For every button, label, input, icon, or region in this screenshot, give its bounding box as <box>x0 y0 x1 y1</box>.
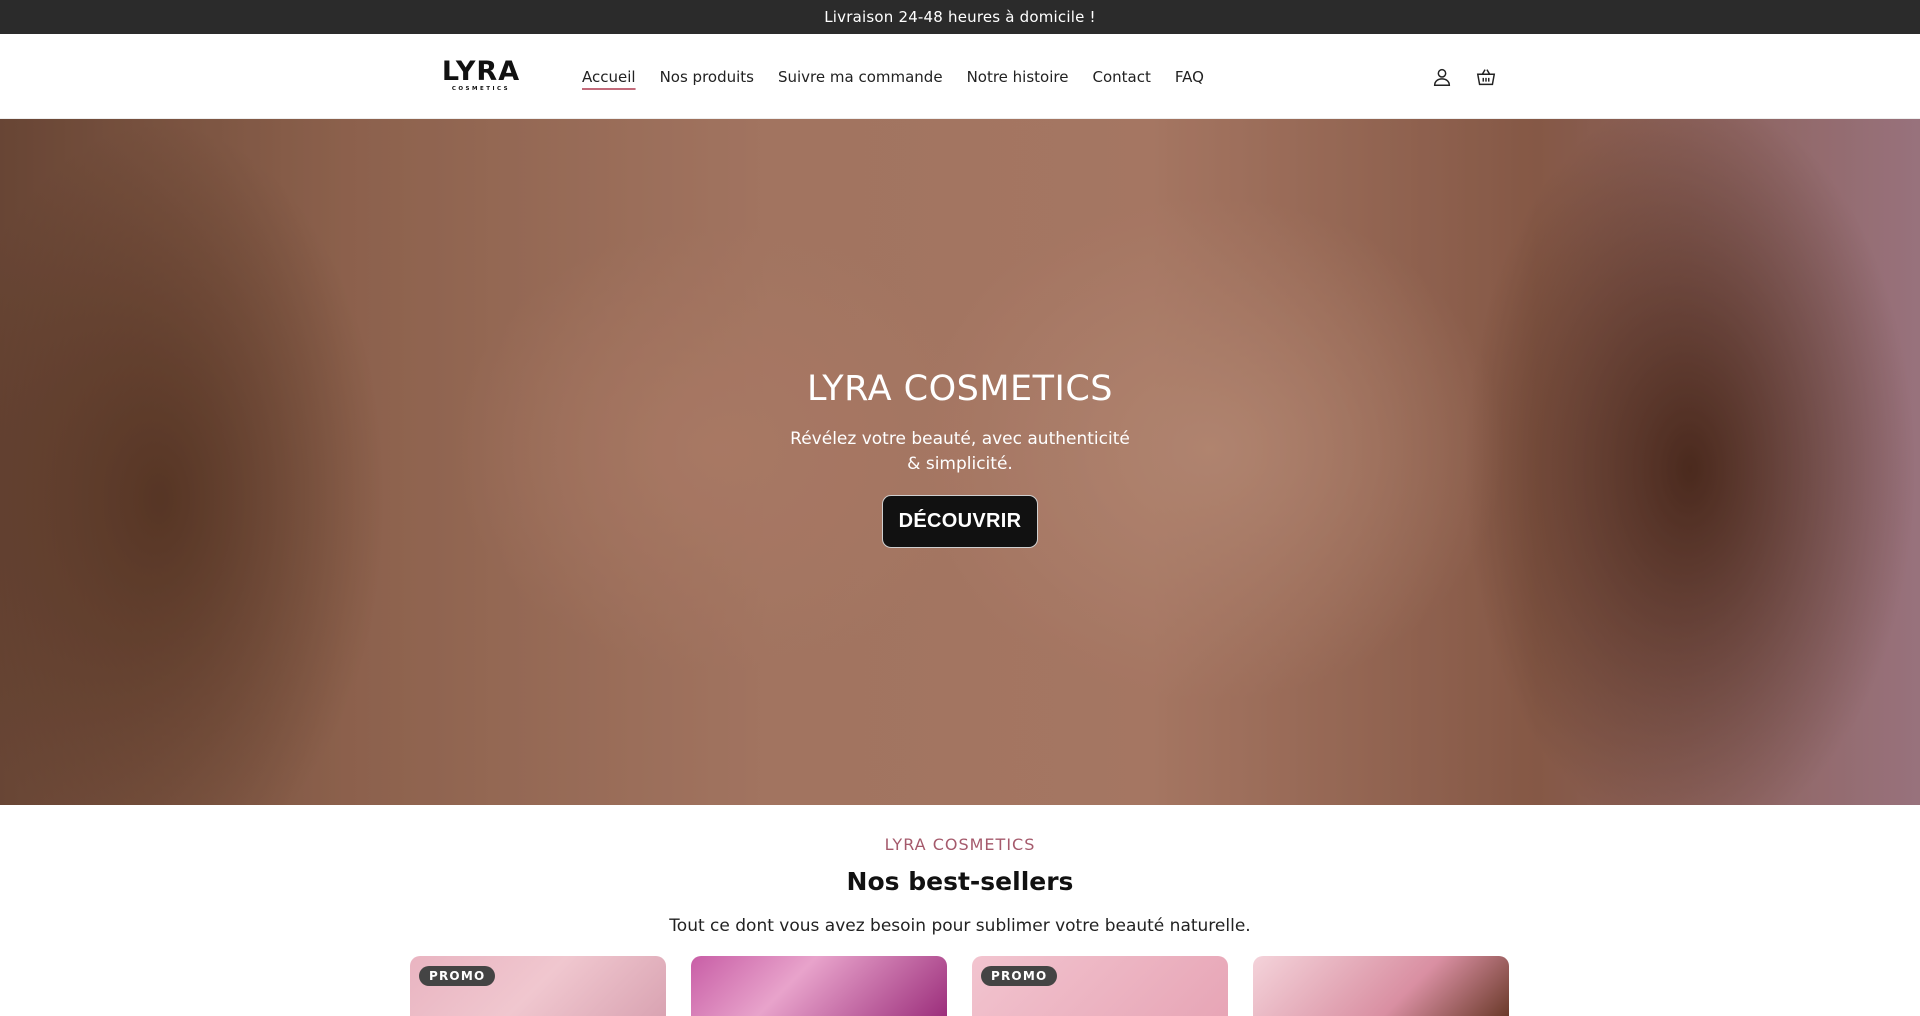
product-card[interactable]: PROMO <box>972 956 1228 1016</box>
nav-item-faq[interactable]: FAQ <box>1175 64 1204 90</box>
header-icons <box>1430 34 1498 119</box>
bestsellers-section: LYRA COSMETICS Nos best-sellers Tout ce … <box>0 805 1920 936</box>
discover-button[interactable]: DÉCOUVRIR <box>881 495 1039 548</box>
promo-badge: PROMO <box>419 966 496 986</box>
hero-content: LYRA COSMETICS Révélez votre beauté, ave… <box>0 369 1920 548</box>
cart-icon[interactable] <box>1474 65 1498 89</box>
hero-subtitle: Révélez votre beauté, avec authenticité … <box>790 429 1130 474</box>
nav-item-nos-produits[interactable]: Nos produits <box>660 64 754 90</box>
section-description: Tout ce dont vous avez besoin pour subli… <box>669 916 1251 936</box>
account-icon[interactable] <box>1430 65 1454 89</box>
main-nav: Accueil Nos produits Suivre ma commande … <box>582 34 1204 119</box>
hero-banner: LYRA COSMETICS Révélez votre beauté, ave… <box>0 119 1920 805</box>
announcement-text: Livraison 24-48 heures à domicile ! <box>824 8 1096 26</box>
site-header: LYRA COSMETICS Accueil Nos produits Suiv… <box>0 34 1920 119</box>
product-grid: PROMO PROMO <box>410 956 1509 1016</box>
section-eyebrow: LYRA COSMETICS <box>884 835 1036 854</box>
hero-title: LYRA COSMETICS <box>806 369 1114 409</box>
nav-item-contact[interactable]: Contact <box>1092 64 1150 90</box>
nav-item-notre-histoire[interactable]: Notre histoire <box>967 64 1069 90</box>
announcement-bar: Livraison 24-48 heures à domicile ! <box>0 0 1920 34</box>
nav-item-accueil[interactable]: Accueil <box>582 64 636 90</box>
logo-wordmark: LYRA <box>441 56 521 87</box>
logo[interactable]: LYRA COSMETICS <box>440 56 522 93</box>
promo-badge: PROMO <box>981 966 1058 986</box>
product-card[interactable] <box>1253 956 1509 1016</box>
nav-item-suivre-commande[interactable]: Suivre ma commande <box>778 64 943 90</box>
product-card[interactable]: PROMO <box>410 956 666 1016</box>
section-title: Nos best-sellers <box>846 867 1074 896</box>
product-card[interactable] <box>691 956 947 1016</box>
logo-subtitle: COSMETICS <box>451 86 511 92</box>
